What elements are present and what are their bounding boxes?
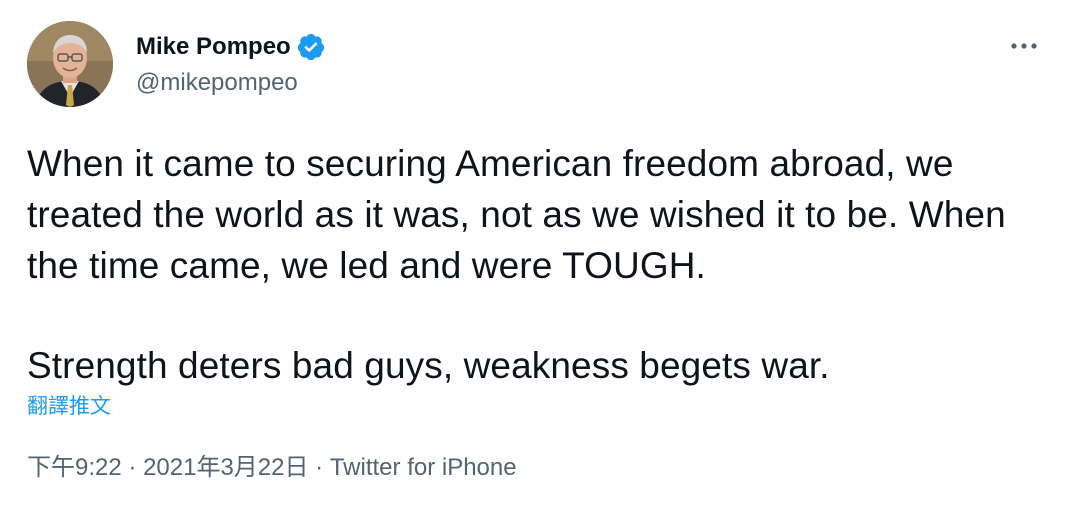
meta-separator: ·	[315, 454, 330, 481]
meta-separator: ·	[128, 454, 144, 481]
verified-badge-icon	[296, 32, 326, 62]
tweet-source-link[interactable]: Twitter for iPhone	[330, 454, 517, 481]
tweet-paragraph: Strength deters bad guys, weakness beget…	[27, 345, 830, 386]
more-options-button[interactable]	[1004, 28, 1044, 64]
profile-photo-icon	[27, 21, 113, 107]
more-horizontal-icon	[1011, 43, 1037, 49]
tweet-time[interactable]: 下午9:22	[27, 454, 122, 481]
translate-tweet-link[interactable]: 翻譯推文	[27, 393, 111, 421]
tweet-card: Mike Pompeo @mikepompeo When it came to …	[0, 0, 1072, 511]
tweet-text: When it came to securing American freedo…	[27, 138, 1027, 391]
tweet-paragraph: When it came to securing American freedo…	[27, 143, 1006, 286]
tweet-meta: 下午9:22 · 2021年3月22日 · Twitter for iPhone	[27, 452, 517, 484]
author-name-row[interactable]: Mike Pompeo	[136, 31, 326, 63]
avatar[interactable]	[27, 21, 113, 107]
author-display-name[interactable]: Mike Pompeo	[136, 31, 291, 63]
author-handle[interactable]: @mikepompeo	[136, 68, 298, 98]
tweet-date[interactable]: 2021年3月22日	[143, 454, 308, 481]
